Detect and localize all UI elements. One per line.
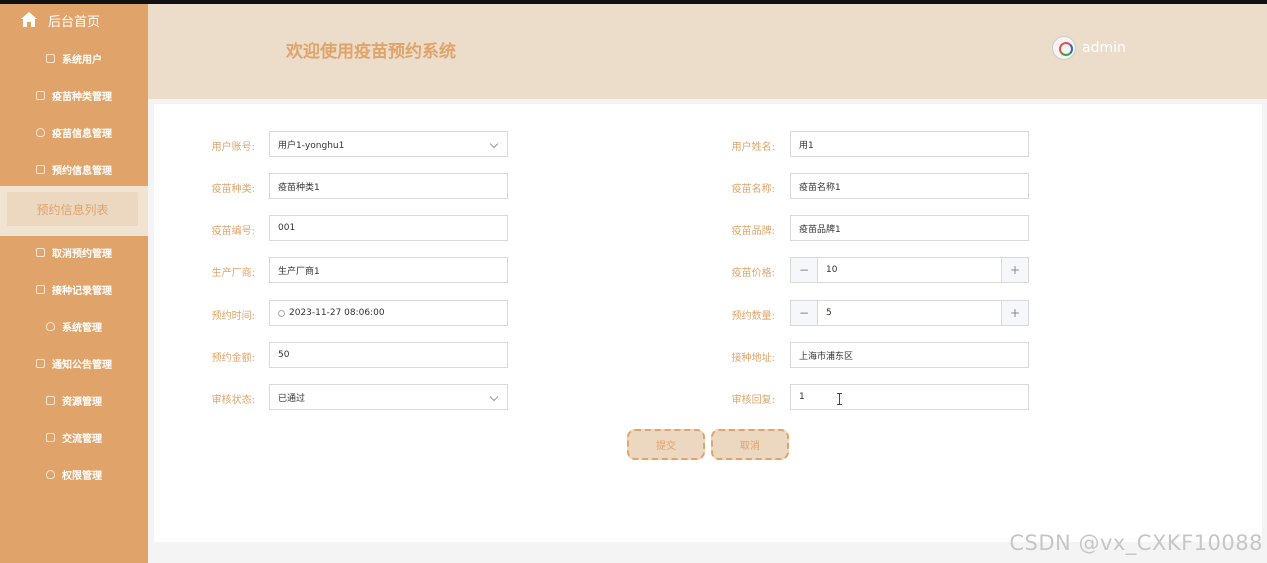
sidebar-item-communication[interactable]: 交流管理: [0, 424, 148, 450]
appointment-qty-value: 5: [826, 308, 832, 318]
sidebar: 后台首页 系统用户 疫苗种类管理 疫苗信息管理 预约信息管理 预约信息列表 取消…: [0, 4, 148, 563]
vaccine-type-input[interactable]: 疫苗种类1: [269, 173, 508, 199]
vaccine-brand-label: 疫苗品牌:: [731, 226, 775, 237]
edit-icon: [46, 432, 55, 442]
vaccine-price-label: 疫苗价格:: [731, 268, 775, 279]
appointment-time-picker[interactable]: 2023-11-27 08:06:00: [269, 300, 508, 326]
submit-button[interactable]: 提交: [627, 429, 705, 460]
sidebar-item-label: 疫苗种类管理: [52, 91, 112, 103]
square-icon: [46, 395, 55, 405]
sidebar-home-label: 后台首页: [48, 14, 101, 30]
vaccine-name-input[interactable]: 疫苗名称1: [790, 173, 1029, 199]
sidebar-item-notices[interactable]: 通知公告管理: [0, 350, 148, 376]
sidebar-item-vaccine-types[interactable]: 疫苗种类管理: [0, 82, 148, 108]
vaccination-address-input[interactable]: 上海市浦东区: [790, 342, 1029, 368]
sidebar-item-label: 预约信息列表: [36, 202, 109, 217]
cloud-icon: [46, 469, 55, 479]
vaccine-brand-input[interactable]: 疫苗品牌1: [790, 215, 1029, 241]
cloud-icon: [46, 321, 55, 331]
sidebar-item-resources[interactable]: 资源管理: [0, 387, 148, 413]
avatar[interactable]: [1052, 36, 1076, 60]
square-icon: [46, 53, 55, 63]
text-cursor-icon: [837, 393, 842, 405]
sidebar-item-label: 权限管理: [62, 470, 102, 482]
vaccination-address-label: 接种地址:: [731, 353, 775, 364]
sidebar-item-appointment-info[interactable]: 预约信息管理: [0, 156, 148, 182]
vaccine-price-stepper[interactable]: − 10 +: [790, 257, 1029, 283]
appointment-time-label: 预约时间:: [211, 311, 255, 322]
sidebar-item-label: 接种记录管理: [52, 285, 112, 297]
user-account-select[interactable]: 用户1-yonghu1: [269, 131, 508, 157]
square-icon: [36, 247, 45, 257]
vaccine-price-value: 10: [826, 265, 838, 275]
page-title: 欢迎使用疫苗预约系统: [286, 42, 456, 62]
manufacturer-value: 生产厂商1: [278, 266, 320, 277]
username: admin: [1082, 40, 1126, 56]
appointment-amount-input[interactable]: 50: [269, 342, 508, 368]
sidebar-item-appointment-list[interactable]: 预约信息列表: [7, 192, 138, 226]
review-status-label: 审核状态:: [211, 395, 255, 406]
cloud-icon: [36, 127, 45, 137]
manufacturer-input[interactable]: 生产厂商1: [269, 257, 508, 283]
user-name-label: 用户姓名:: [731, 142, 775, 153]
vaccine-name-value: 疫苗名称1: [799, 182, 841, 193]
square-icon: [36, 358, 45, 368]
decrement-button[interactable]: −: [791, 258, 818, 282]
chevron-down-icon: [489, 392, 499, 402]
appointment-qty-stepper[interactable]: − 5 +: [790, 300, 1029, 326]
user-name-value: 用1: [799, 140, 814, 151]
vaccine-type-value: 疫苗种类1: [278, 182, 320, 193]
chevron-down-icon: [489, 139, 499, 149]
sidebar-item-label: 取消预约管理: [52, 248, 112, 260]
user-name-input[interactable]: 用1: [790, 131, 1029, 157]
increment-button[interactable]: +: [1001, 258, 1028, 282]
vaccine-name-label: 疫苗名称:: [731, 184, 775, 195]
sidebar-item-permissions[interactable]: 权限管理: [0, 461, 148, 487]
sidebar-item-system-management[interactable]: 系统管理: [0, 313, 148, 339]
clock-icon: [278, 309, 285, 317]
review-reply-input[interactable]: 1: [790, 384, 1029, 410]
vaccine-brand-value: 疫苗品牌1: [799, 224, 841, 235]
decrement-button[interactable]: −: [791, 301, 818, 325]
edit-icon: [36, 164, 45, 174]
review-status-select[interactable]: 已通过: [269, 384, 508, 410]
sidebar-item-label: 资源管理: [62, 396, 102, 408]
vaccine-type-label: 疫苗种类:: [211, 184, 255, 195]
user-menu[interactable]: admin: [1052, 36, 1126, 60]
sidebar-item-label: 系统用户: [62, 54, 102, 66]
sidebar-item-label: 系统管理: [62, 322, 102, 334]
vaccine-code-label: 疫苗编号:: [211, 226, 255, 237]
home-icon: [21, 12, 37, 27]
header: 欢迎使用疫苗预约系统 admin: [148, 4, 1267, 99]
sidebar-item-label: 疫苗信息管理: [52, 128, 112, 140]
edit-icon: [36, 284, 45, 294]
sidebar-item-label: 交流管理: [62, 433, 102, 445]
sidebar-item-vaccine-info[interactable]: 疫苗信息管理: [0, 119, 148, 145]
sidebar-item-label: 预约信息管理: [52, 165, 112, 177]
manufacturer-label: 生产厂商:: [211, 268, 255, 279]
sidebar-item-label: 通知公告管理: [52, 359, 112, 371]
watermark: CSDN @vx_CXKF10088: [1009, 531, 1263, 555]
review-reply-label: 审核回复:: [731, 395, 775, 406]
sidebar-item-vaccination-records[interactable]: 接种记录管理: [0, 276, 148, 302]
cancel-button[interactable]: 取消: [711, 429, 789, 460]
vaccine-code-value: 001: [278, 223, 296, 233]
appointment-qty-label: 预约数量:: [731, 311, 775, 322]
appointment-amount-value: 50: [278, 350, 290, 360]
sidebar-item-system-users[interactable]: 系统用户: [0, 45, 148, 71]
review-status-value: 已通过: [278, 393, 306, 404]
appointment-time-value: 2023-11-27 08:06:00: [289, 308, 385, 318]
sidebar-item-home[interactable]: 后台首页: [0, 4, 148, 36]
user-account-label: 用户账号:: [211, 142, 255, 153]
sidebar-item-cancel-appointment[interactable]: 取消预约管理: [0, 239, 148, 265]
square-icon: [36, 90, 45, 100]
vaccine-code-input[interactable]: 001: [269, 215, 508, 241]
appointment-amount-label: 预约金额:: [211, 353, 255, 364]
user-account-value: 用户1-yonghu1: [278, 140, 345, 151]
sidebar-submenu: 预约信息列表: [0, 186, 148, 236]
review-reply-value: 1: [799, 392, 805, 402]
increment-button[interactable]: +: [1001, 301, 1028, 325]
vaccination-address-value: 上海市浦东区: [799, 351, 854, 362]
